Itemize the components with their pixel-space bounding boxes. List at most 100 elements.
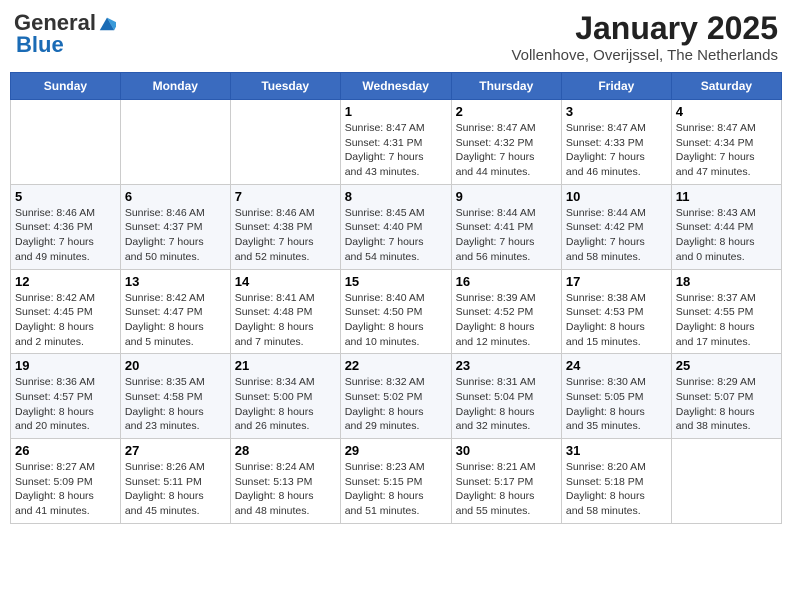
calendar-cell: 6 Sunrise: 8:46 AM Sunset: 4:37 PM Daylig… [120,184,230,269]
day-info: Sunrise: 8:24 AM Sunset: 5:13 PM Dayligh… [235,460,336,519]
day-number: 3 [566,104,667,119]
day-info: Sunrise: 8:44 AM Sunset: 4:41 PM Dayligh… [456,206,557,265]
day-info: Sunrise: 8:44 AM Sunset: 4:42 PM Dayligh… [566,206,667,265]
day-number: 30 [456,443,557,458]
day-number: 22 [345,358,447,373]
day-info: Sunrise: 8:32 AM Sunset: 5:02 PM Dayligh… [345,375,447,434]
day-number: 31 [566,443,667,458]
day-number: 1 [345,104,447,119]
day-header-wednesday: Wednesday [340,73,451,100]
day-info: Sunrise: 8:37 AM Sunset: 4:55 PM Dayligh… [676,291,777,350]
day-number: 5 [15,189,116,204]
day-info: Sunrise: 8:30 AM Sunset: 5:05 PM Dayligh… [566,375,667,434]
calendar-cell: 23 Sunrise: 8:31 AM Sunset: 5:04 PM Dayli… [451,354,561,439]
logo-icon [98,14,116,32]
day-info: Sunrise: 8:46 AM Sunset: 4:36 PM Dayligh… [15,206,116,265]
day-number: 23 [456,358,557,373]
week-row-1: 1 Sunrise: 8:47 AM Sunset: 4:31 PM Daylig… [11,100,782,185]
calendar-cell: 7 Sunrise: 8:46 AM Sunset: 4:38 PM Daylig… [230,184,340,269]
day-number: 17 [566,274,667,289]
calendar-cell: 29 Sunrise: 8:23 AM Sunset: 5:15 PM Dayli… [340,439,451,524]
page-header: General Blue January 2025 Vollenhove, Ov… [10,10,782,64]
day-number: 24 [566,358,667,373]
calendar-cell: 1 Sunrise: 8:47 AM Sunset: 4:31 PM Daylig… [340,100,451,185]
calendar-cell: 14 Sunrise: 8:41 AM Sunset: 4:48 PM Dayli… [230,269,340,354]
day-header-thursday: Thursday [451,73,561,100]
day-number: 16 [456,274,557,289]
day-number: 4 [676,104,777,119]
calendar-cell: 12 Sunrise: 8:42 AM Sunset: 4:45 PM Dayli… [11,269,121,354]
day-info: Sunrise: 8:47 AM Sunset: 4:33 PM Dayligh… [566,121,667,180]
day-number: 28 [235,443,336,458]
day-info: Sunrise: 8:29 AM Sunset: 5:07 PM Dayligh… [676,375,777,434]
week-row-5: 26 Sunrise: 8:27 AM Sunset: 5:09 PM Dayli… [11,439,782,524]
title-block: January 2025 Vollenhove, Overijssel, The… [511,10,778,64]
week-row-3: 12 Sunrise: 8:42 AM Sunset: 4:45 PM Dayli… [11,269,782,354]
calendar-cell: 30 Sunrise: 8:21 AM Sunset: 5:17 PM Dayli… [451,439,561,524]
calendar-cell: 2Sunrise: 8:47 AM Sunset: 4:32 PM Daylig… [451,100,561,185]
day-header-friday: Friday [561,73,671,100]
calendar-cell: 27Sunrise: 8:26 AM Sunset: 5:11 PM Dayli… [120,439,230,524]
day-number: 18 [676,274,777,289]
day-info: Sunrise: 8:23 AM Sunset: 5:15 PM Dayligh… [345,460,447,519]
day-info: Sunrise: 8:47 AM Sunset: 4:32 PM Dayligh… [456,121,557,180]
week-row-2: 5 Sunrise: 8:46 AM Sunset: 4:36 PM Daylig… [11,184,782,269]
day-info: Sunrise: 8:42 AM Sunset: 4:45 PM Dayligh… [15,291,116,350]
calendar-cell: 15Sunrise: 8:40 AM Sunset: 4:50 PM Dayli… [340,269,451,354]
day-header-monday: Monday [120,73,230,100]
calendar-cell: 10 Sunrise: 8:44 AM Sunset: 4:42 PM Dayli… [561,184,671,269]
calendar-cell: 22 Sunrise: 8:32 AM Sunset: 5:02 PM Dayli… [340,354,451,439]
day-number: 9 [456,189,557,204]
day-number: 13 [125,274,226,289]
day-info: Sunrise: 8:27 AM Sunset: 5:09 PM Dayligh… [15,460,116,519]
day-number: 7 [235,189,336,204]
calendar-cell [671,439,781,524]
day-number: 29 [345,443,447,458]
day-info: Sunrise: 8:20 AM Sunset: 5:18 PM Dayligh… [566,460,667,519]
logo: General Blue [14,10,116,58]
day-number: 11 [676,189,777,204]
day-info: Sunrise: 8:41 AM Sunset: 4:48 PM Dayligh… [235,291,336,350]
day-number: 26 [15,443,116,458]
day-number: 19 [15,358,116,373]
day-info: Sunrise: 8:40 AM Sunset: 4:50 PM Dayligh… [345,291,447,350]
day-number: 27 [125,443,226,458]
day-number: 8 [345,189,447,204]
calendar-cell: 5 Sunrise: 8:46 AM Sunset: 4:36 PM Daylig… [11,184,121,269]
calendar-cell: 8 Sunrise: 8:45 AM Sunset: 4:40 PM Daylig… [340,184,451,269]
calendar-cell: 19 Sunrise: 8:36 AM Sunset: 4:57 PM Dayli… [11,354,121,439]
day-info: Sunrise: 8:21 AM Sunset: 5:17 PM Dayligh… [456,460,557,519]
day-header-saturday: Saturday [671,73,781,100]
calendar-cell [230,100,340,185]
calendar-cell: 17 Sunrise: 8:38 AM Sunset: 4:53 PM Dayli… [561,269,671,354]
week-row-4: 19 Sunrise: 8:36 AM Sunset: 4:57 PM Dayli… [11,354,782,439]
day-info: Sunrise: 8:46 AM Sunset: 4:37 PM Dayligh… [125,206,226,265]
day-info: Sunrise: 8:46 AM Sunset: 4:38 PM Dayligh… [235,206,336,265]
day-info: Sunrise: 8:47 AM Sunset: 4:31 PM Dayligh… [345,121,447,180]
day-info: Sunrise: 8:35 AM Sunset: 4:58 PM Dayligh… [125,375,226,434]
calendar-cell: 28 Sunrise: 8:24 AM Sunset: 5:13 PM Dayli… [230,439,340,524]
calendar-cell: 26 Sunrise: 8:27 AM Sunset: 5:09 PM Dayli… [11,439,121,524]
day-header-sunday: Sunday [11,73,121,100]
day-info: Sunrise: 8:42 AM Sunset: 4:47 PM Dayligh… [125,291,226,350]
day-number: 14 [235,274,336,289]
day-info: Sunrise: 8:36 AM Sunset: 4:57 PM Dayligh… [15,375,116,434]
day-info: Sunrise: 8:39 AM Sunset: 4:52 PM Dayligh… [456,291,557,350]
logo-blue-text: Blue [16,32,64,58]
day-info: Sunrise: 8:45 AM Sunset: 4:40 PM Dayligh… [345,206,447,265]
day-info: Sunrise: 8:43 AM Sunset: 4:44 PM Dayligh… [676,206,777,265]
calendar-cell: 9 Sunrise: 8:44 AM Sunset: 4:41 PM Daylig… [451,184,561,269]
day-number: 12 [15,274,116,289]
calendar-table: SundayMondayTuesdayWednesdayThursdayFrid… [10,72,782,524]
day-header-tuesday: Tuesday [230,73,340,100]
day-number: 21 [235,358,336,373]
day-info: Sunrise: 8:31 AM Sunset: 5:04 PM Dayligh… [456,375,557,434]
day-number: 6 [125,189,226,204]
calendar-cell: 3 Sunrise: 8:47 AM Sunset: 4:33 PM Daylig… [561,100,671,185]
calendar-cell: 31 Sunrise: 8:20 AM Sunset: 5:18 PM Dayli… [561,439,671,524]
day-info: Sunrise: 8:38 AM Sunset: 4:53 PM Dayligh… [566,291,667,350]
calendar-cell: 24 Sunrise: 8:30 AM Sunset: 5:05 PM Dayli… [561,354,671,439]
day-number: 10 [566,189,667,204]
calendar-cell: 18 Sunrise: 8:37 AM Sunset: 4:55 PM Dayli… [671,269,781,354]
calendar-cell: 11 Sunrise: 8:43 AM Sunset: 4:44 PM Dayli… [671,184,781,269]
